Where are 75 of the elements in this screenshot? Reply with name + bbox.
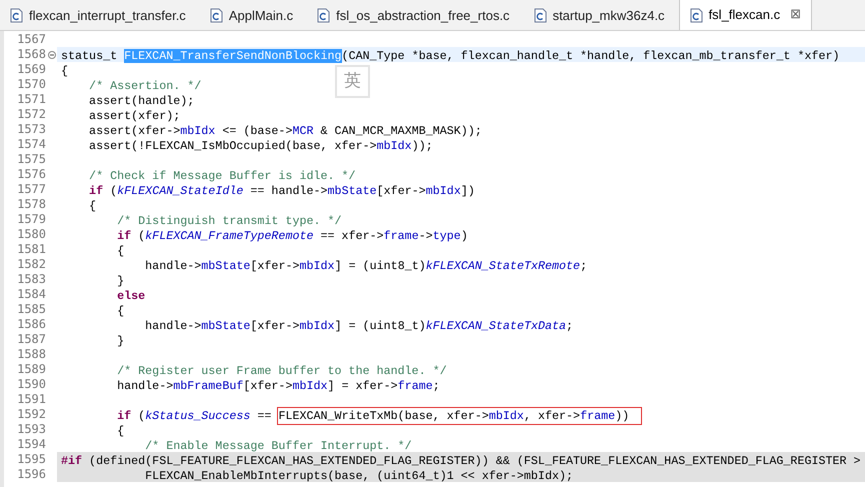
- tab-label: ApplMain.c: [228, 6, 294, 25]
- c-file-icon: [534, 8, 547, 23]
- input-method-indicator: 英: [335, 65, 370, 98]
- tab-label: startup_mkw36z4.c: [552, 6, 665, 25]
- code-line: /* Enable Message Buffer Interrupt. */: [144, 439, 412, 453]
- line-number: 1580: [17, 227, 46, 241]
- c-file-icon: [210, 8, 223, 23]
- line-number: 1579: [17, 212, 46, 226]
- c-file-icon: [690, 8, 703, 22]
- line-number: 1572: [17, 107, 46, 121]
- code-line: handle->mbState[xfer->mbIdx] = (uint8_t)kFLEXCAN_StateTxData;: [144, 319, 574, 333]
- tab-label: fsl_os_abstraction_free_rtos.c: [336, 6, 510, 25]
- editor-tab[interactable]: startup_mkw36z4.c: [524, 1, 675, 30]
- code-line: if (kFLEXCAN_StateIdle == handle->mbState[xfer->mbIdx]): [88, 184, 475, 198]
- line-number: 1582: [17, 257, 46, 271]
- line-number: 1592: [17, 407, 46, 421]
- line-number: 1595: [17, 452, 46, 466]
- line-number: 1587: [17, 332, 46, 346]
- code-line: handle->mbState[xfer->mbIdx] = (uint8_t)kFLEXCAN_StateTxRemote;: [144, 259, 588, 273]
- line-number: 1581: [17, 242, 46, 256]
- line-number: 1575: [17, 152, 46, 166]
- line-number: 1574: [17, 137, 46, 151]
- c-file-icon: [317, 8, 330, 23]
- code-line: /* Register user Frame buffer to the handle. */: [116, 364, 447, 378]
- line-number: 1576: [17, 167, 46, 181]
- line-number: 1569: [17, 62, 46, 76]
- line-number: 1583: [17, 272, 46, 286]
- line-number: 1568: [17, 47, 46, 61]
- line-number: 1586: [17, 317, 46, 331]
- code-line: }: [116, 334, 124, 348]
- code-line: #if (defined(FSL_FEATURE_FLEXCAN_HAS_EXTENDED_FLAG_REGISTER)) && (FSL_FEATURE_FLEXCAN_HAS_EXTENDED_FLAG_REGISTER >: [61, 454, 861, 468]
- code-line: /* Assertion. */: [88, 79, 202, 93]
- tab-label: fsl_flexcan.c: [708, 6, 780, 24]
- tab-label: flexcan_interrupt_transfer.c: [29, 6, 186, 25]
- line-number: 1570: [17, 77, 46, 91]
- code-line: else: [116, 289, 146, 303]
- c-file-icon: [10, 8, 23, 23]
- editor-tab[interactable]: fsl_os_abstraction_free_rtos.c: [307, 1, 520, 30]
- code-line: FLEXCAN_EnableMbInterrupts(base, (uint64_t)1 << xfer->mbIdx);: [144, 469, 573, 483]
- line-number: 1571: [17, 92, 46, 106]
- code-line: assert(!FLEXCAN_IsMbOccupied(base, xfer->mbIdx));: [88, 139, 433, 153]
- line-number: 1591: [17, 392, 46, 406]
- line-number: 1578: [17, 197, 46, 211]
- code-line: status_t FLEXCAN_TransferSendNonBlocking(CAN_Type *base, flexcan_handle_t *handle, flexcan_mb_transfer_t *xfer): [61, 49, 840, 63]
- line-number: 1594: [17, 437, 46, 451]
- close-icon[interactable]: ⊠: [790, 5, 802, 25]
- line-number: 1584: [17, 287, 46, 301]
- code-line: {: [116, 244, 124, 258]
- code-line: /* Check if Message Buffer is idle. */: [88, 169, 356, 183]
- highlight-box: FLEXCAN_WriteTxMb(base, xfer->mbIdx, xfer->frame)): [277, 407, 642, 425]
- line-number: 1596: [17, 467, 46, 481]
- code-line: if (kStatus_Success == FLEXCAN_WriteTxMb(base, xfer->mbIdx, xfer->frame)): [61, 409, 642, 423]
- line-number: 1567: [17, 32, 46, 46]
- code-line: {: [61, 64, 68, 78]
- line-number: 1585: [17, 302, 46, 316]
- editor-tab[interactable]: fsl_flexcan.c ⊠: [678, 0, 812, 30]
- code-line: {: [88, 199, 96, 213]
- line-number: 1593: [17, 422, 46, 436]
- code-line: {: [116, 424, 124, 438]
- code-line: assert(xfer);: [88, 109, 180, 123]
- code-line: if (kFLEXCAN_FrameTypeRemote == xfer->frame->type): [116, 229, 468, 243]
- code-line: assert(xfer->mbIdx <= (base->MCR & CAN_MCR_MAXMB_MASK));: [88, 124, 482, 138]
- code-line: assert(handle);: [88, 94, 194, 108]
- code-line: /* Distinguish transmit type. */: [116, 214, 342, 228]
- code-line: handle->mbFrameBuf[xfer->mbIdx] = xfer->frame;: [116, 379, 440, 393]
- fold-icon[interactable]: [48, 50, 56, 58]
- line-number: 1590: [17, 377, 46, 391]
- editor-tab[interactable]: flexcan_interrupt_transfer.c: [0, 1, 196, 30]
- line-number: 1577: [17, 182, 46, 196]
- line-number: 1573: [17, 122, 46, 136]
- editor-tab[interactable]: ApplMain.c: [200, 1, 304, 30]
- line-number: 1588: [17, 347, 46, 361]
- code-line: }: [116, 274, 124, 288]
- code-line: {: [116, 304, 124, 318]
- line-number: 1589: [17, 362, 46, 376]
